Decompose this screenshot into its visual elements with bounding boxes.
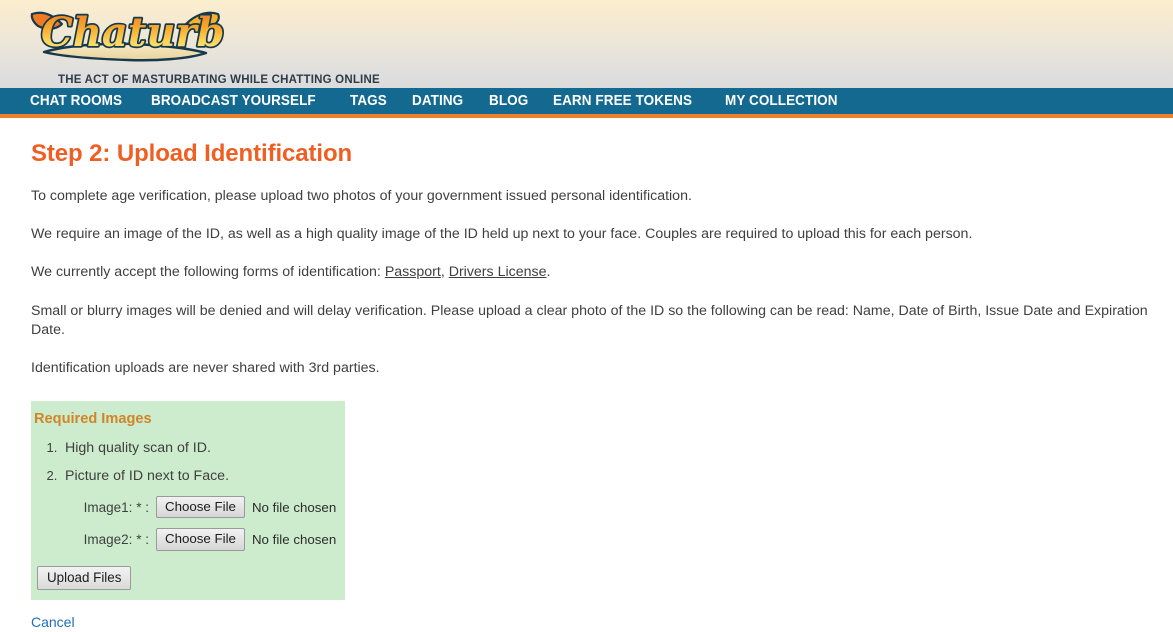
image2-label: Image2: * :: [31, 532, 156, 547]
cancel-link[interactable]: Cancel: [31, 614, 75, 630]
image2-choose-file-button[interactable]: Choose File: [156, 528, 245, 551]
image2-colon: :: [145, 531, 149, 547]
upload-files-button[interactable]: Upload Files: [37, 565, 132, 590]
site-header: Chaturbate THE ACT OF MASTURBATING WHILE…: [0, 0, 1173, 88]
image1-file-input[interactable]: Choose File No file chosen: [156, 496, 337, 519]
required-images-panel: Required Images High quality scan of ID.…: [31, 401, 345, 600]
main-navigation: CHAT ROOMS BROADCAST YOURSELF TAGS DATIN…: [0, 88, 1173, 118]
file-row-image2: Image2: * : Choose File No file chosen: [31, 528, 345, 551]
file-row-image1: Image1: * : Choose File No file chosen: [31, 496, 345, 519]
required-images-list: High quality scan of ID. Picture of ID n…: [31, 440, 345, 484]
list-item: Picture of ID next to Face.: [61, 468, 345, 484]
image1-required-marker: *: [136, 499, 142, 515]
nav-item-earn-free-tokens[interactable]: EARN FREE TOKENS: [553, 93, 692, 109]
page-title: Step 2: Upload Identification: [31, 140, 353, 167]
list-item: High quality scan of ID.: [61, 440, 345, 456]
image2-file-status: No file chosen: [251, 531, 337, 547]
svg-text:Chaturbate: Chaturbate: [41, 9, 224, 56]
intro-paragraph: To complete age verification, please upl…: [31, 188, 692, 204]
file-upload-rows: Image1: * : Choose File No file chosen I…: [31, 496, 345, 551]
nav-item-my-collection[interactable]: MY COLLECTION: [725, 93, 838, 109]
drivers-license-link[interactable]: Drivers License: [449, 264, 547, 280]
accepted-forms-prefix: We currently accept the following forms …: [31, 264, 385, 281]
image1-colon: :: [145, 499, 149, 515]
image1-label: Image1: * :: [31, 500, 156, 515]
accepted-forms-separator: ,: [440, 264, 449, 281]
image2-file-input[interactable]: Choose File No file chosen: [156, 528, 337, 551]
chaturbate-script-logo-icon[interactable]: Chaturbate: [28, 4, 224, 62]
image1-choose-file-button[interactable]: Choose File: [156, 496, 245, 519]
nav-item-blog[interactable]: BLOG: [489, 93, 528, 109]
image2-label-text: Image2:: [83, 531, 133, 547]
nav-item-broadcast-yourself[interactable]: BROADCAST YOURSELF: [151, 93, 316, 109]
image2-required-marker: *: [136, 531, 142, 547]
passport-link[interactable]: Passport: [385, 264, 441, 280]
nav-item-chat-rooms[interactable]: CHAT ROOMS: [30, 93, 122, 109]
image1-file-status: No file chosen: [251, 499, 337, 515]
logo-block[interactable]: Chaturbate THE ACT OF MASTURBATING WHILE…: [28, 4, 380, 86]
page-content: Step 2: Upload Identification To complet…: [0, 140, 1173, 632]
nav-item-tags[interactable]: TAGS: [350, 93, 387, 109]
accepted-forms-paragraph: We currently accept the following forms …: [31, 263, 1173, 282]
requirements-paragraph: We require an image of the ID, as well a…: [31, 226, 973, 243]
quality-warning-paragraph: Small or blurry images will be denied an…: [31, 302, 1148, 338]
nav-item-dating[interactable]: DATING: [412, 93, 463, 109]
privacy-paragraph: Identification uploads are never shared …: [31, 359, 380, 376]
image1-label-text: Image1:: [83, 499, 133, 515]
required-images-title: Required Images: [34, 411, 152, 428]
site-tagline: THE ACT OF MASTURBATING WHILE CHATTING O…: [58, 74, 380, 86]
accepted-forms-suffix: .: [546, 264, 551, 281]
